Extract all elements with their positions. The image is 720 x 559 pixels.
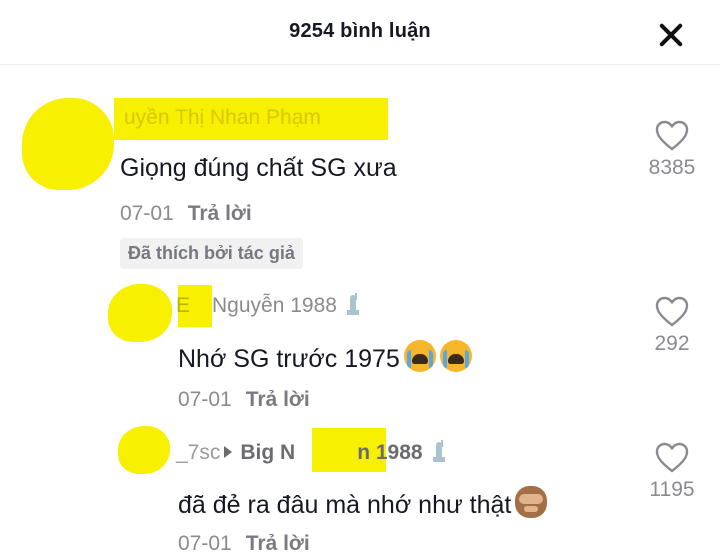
reply-arrow-icon — [224, 446, 233, 458]
reply-text: đã đẻ ra đâu mà nhớ như thật — [178, 486, 548, 520]
like-button[interactable]: 1195 — [642, 442, 702, 502]
reply-meta: 07-01 Trả lời — [178, 388, 310, 412]
comment-username[interactable]: uyền Thị Nhan Phạm — [124, 106, 321, 130]
reply-to-prefix[interactable]: Big N — [240, 441, 295, 464]
close-icon[interactable] — [656, 20, 686, 50]
like-button[interactable]: 8385 — [642, 120, 702, 180]
heart-icon — [655, 296, 689, 327]
reply-button[interactable]: Trả lời — [188, 202, 252, 225]
liked-by-creator-badge: Đã thích bởi tác giả — [120, 238, 303, 269]
comments-header: 9254 bình luận — [0, 0, 720, 64]
comment-date: 07-01 — [120, 202, 174, 225]
reply-meta: 07-01 Trả lời — [178, 532, 310, 556]
comment-meta: 07-01 Trả lời — [120, 202, 252, 226]
comment-text: Giọng đúng chất SG xưa — [120, 154, 397, 182]
username-prefix: _7sc — [176, 441, 221, 464]
reply-date: 07-01 — [178, 532, 232, 555]
like-count: 1195 — [649, 478, 695, 501]
heart-icon — [655, 442, 689, 473]
reply-date: 07-01 — [178, 388, 232, 411]
avatar[interactable] — [22, 98, 114, 190]
statue-of-liberty-icon — [346, 293, 359, 315]
comment-count-title: 9254 bình luận — [289, 20, 431, 42]
reply-username[interactable]: _7sc Big N n 1988 — [176, 440, 449, 465]
like-count: 292 — [654, 332, 690, 355]
statue-of-liberty-icon — [432, 440, 445, 462]
reply-text-content: Nhớ SG trước 1975 — [178, 345, 400, 373]
avatar[interactable] — [118, 426, 170, 474]
reply-to-suffix[interactable]: n 1988 — [357, 441, 422, 464]
header-divider — [0, 64, 720, 65]
crying-face-icon — [439, 340, 472, 372]
username-text: Nguyễn 1988 — [212, 294, 337, 317]
reply-button[interactable]: Trả lời — [246, 388, 310, 411]
heart-icon — [655, 120, 689, 151]
reply-button[interactable]: Trả lời — [246, 532, 310, 555]
avatar[interactable] — [108, 284, 172, 342]
reply-text: Nhớ SG trước 1975 — [178, 340, 472, 374]
reply-username[interactable]: E Nguyễn 1988 — [176, 293, 363, 318]
like-button[interactable]: 292 — [642, 296, 702, 356]
reply-text-content: đã đẻ ra đâu mà nhớ như thật — [178, 491, 512, 519]
crying-face-icon — [403, 340, 436, 372]
like-count: 8385 — [648, 156, 696, 179]
username-prefix: E — [176, 294, 191, 317]
see-no-evil-monkey-icon — [515, 486, 548, 518]
